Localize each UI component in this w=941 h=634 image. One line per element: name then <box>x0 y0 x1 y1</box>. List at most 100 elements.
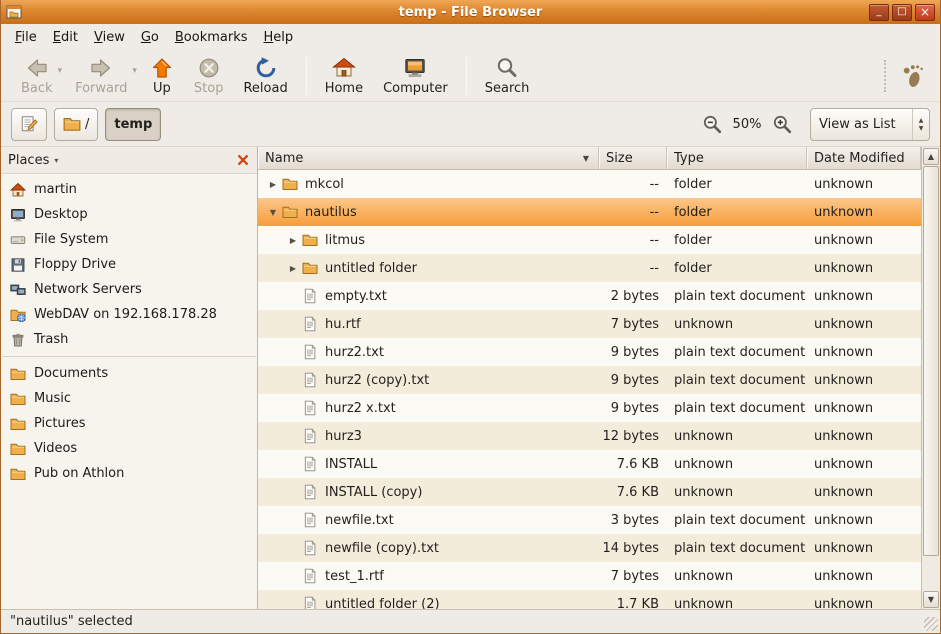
menu-edit[interactable]: Edit <box>45 26 86 49</box>
menu-view[interactable]: View <box>86 26 133 49</box>
file-name: empty.txt <box>325 289 387 304</box>
file-type: plain text document <box>667 513 807 528</box>
root-folder-button[interactable]: / <box>54 108 98 141</box>
column-header-size[interactable]: Size <box>599 147 667 169</box>
sidebar-item-floppy-drive[interactable]: Floppy Drive <box>1 252 257 277</box>
file-size: -- <box>599 233 667 248</box>
text-file-icon <box>302 512 318 528</box>
view-as-label: View as List <box>811 117 912 132</box>
sidebar-item-videos[interactable]: Videos <box>1 436 257 461</box>
file-row-empty-txt[interactable]: empty.txt2 bytesplain text documentunkno… <box>258 282 921 310</box>
expander-icon[interactable]: ▼ <box>264 208 282 217</box>
toolbar-home-button[interactable]: Home <box>315 53 373 98</box>
expander-icon[interactable]: ▶ <box>284 264 302 273</box>
places-close-button[interactable] <box>236 153 250 167</box>
expander-icon[interactable]: ▶ <box>284 236 302 245</box>
home-icon <box>332 56 356 80</box>
minimize-button[interactable]: _ <box>869 4 889 21</box>
sidebar-item-trash[interactable]: Trash <box>1 327 257 352</box>
file-row-nautilus[interactable]: ▼nautilus--folderunknown <box>258 198 921 226</box>
scrollbar-thumb[interactable] <box>923 166 939 556</box>
file-row-hurz2-txt[interactable]: hurz2.txt9 bytesplain text documentunkno… <box>258 338 921 366</box>
file-row-untitled-folder-2[interactable]: untitled folder (2)1.7 KBunknownunknown <box>258 590 921 609</box>
sidebar-item-network-servers[interactable]: Network Servers <box>1 277 257 302</box>
toolbar-handle[interactable] <box>884 60 886 92</box>
file-type: folder <box>667 233 807 248</box>
file-name-cell: ▶untitled folder <box>258 260 599 276</box>
file-name: hurz3 <box>325 429 362 444</box>
resize-grip[interactable] <box>924 617 938 631</box>
menu-file[interactable]: File <box>7 26 45 49</box>
text-file-icon <box>302 344 318 360</box>
menu-go[interactable]: Go <box>133 26 167 49</box>
close-button[interactable]: × <box>915 4 935 21</box>
trash-icon <box>10 332 26 348</box>
file-row-hu-rtf[interactable]: hu.rtf7 bytesunknownunknown <box>258 310 921 338</box>
zoom-out-button[interactable] <box>702 114 722 134</box>
file-row-litmus[interactable]: ▶litmus--folderunknown <box>258 226 921 254</box>
places-selector[interactable]: Places ▾ <box>8 153 58 168</box>
file-name: hurz2 x.txt <box>325 401 396 416</box>
column-header-type[interactable]: Type <box>667 147 807 169</box>
scroll-down-button[interactable]: ▼ <box>923 591 939 608</box>
expander-icon[interactable]: ▶ <box>264 180 282 189</box>
combo-arrows-icon: ▲▼ <box>912 109 929 140</box>
sidebar-item-music[interactable]: Music <box>1 386 257 411</box>
file-row-newfile-txt[interactable]: newfile.txt3 bytesplain text documentunk… <box>258 506 921 534</box>
scrollbar-track[interactable] <box>923 166 939 590</box>
file-row-mkcol[interactable]: ▶mkcol--folderunknown <box>258 170 921 198</box>
maximize-button[interactable]: □ <box>892 4 912 21</box>
file-row-install[interactable]: INSTALL7.6 KBunknownunknown <box>258 450 921 478</box>
file-row-hurz2-x-txt[interactable]: hurz2 x.txt9 bytesplain text documentunk… <box>258 394 921 422</box>
file-row-hurz2-copy-txt[interactable]: hurz2 (copy).txt9 bytesplain text docume… <box>258 366 921 394</box>
file-name-cell: hurz2.txt <box>258 344 599 360</box>
toolbar-computer-button[interactable]: Computer <box>373 53 458 98</box>
file-name-cell: empty.txt <box>258 288 599 304</box>
sidebar-item-martin[interactable]: martin <box>1 177 257 202</box>
sidebar-item-label: Documents <box>34 366 108 381</box>
column-header-name[interactable]: Name ▼ <box>258 147 599 169</box>
sidebar-item-pictures[interactable]: Pictures <box>1 411 257 436</box>
text-file-icon <box>302 484 318 500</box>
edit-location-button[interactable] <box>11 108 47 141</box>
sidebar-item-file-system[interactable]: File System <box>1 227 257 252</box>
menubar: FileEditViewGoBookmarksHelp <box>1 24 940 51</box>
zoom-in-button[interactable] <box>772 114 792 134</box>
file-row-test-1-rtf[interactable]: test_1.rtf7 bytesunknownunknown <box>258 562 921 590</box>
toolbar-search-button[interactable]: Search <box>475 53 540 98</box>
file-date-modified: unknown <box>807 457 921 472</box>
forward-arrow-icon <box>89 56 113 80</box>
sidebar-item-webdav-on-192-168-178-28[interactable]: WebDAV on 192.168.178.28 <box>1 302 257 327</box>
menu-help[interactable]: Help <box>256 26 302 49</box>
webdav-icon <box>10 307 26 323</box>
home-folder-icon <box>10 182 26 198</box>
sidebar-item-pub-on-athlon[interactable]: Pub on Athlon <box>1 461 257 486</box>
file-size: 2 bytes <box>599 289 667 304</box>
places-list: martinDesktopFile SystemFloppy Drive Netw… <box>1 174 257 609</box>
sidebar-item-desktop[interactable]: Desktop <box>1 202 257 227</box>
file-name: hu.rtf <box>325 317 361 332</box>
sidebar-item-label: Pub on Athlon <box>34 466 124 481</box>
file-row-newfile-copy-txt[interactable]: newfile (copy).txt14 bytesplain text doc… <box>258 534 921 562</box>
toolbar-reload-button[interactable]: Reload <box>233 53 297 98</box>
status-text: "nautilus" selected <box>10 614 133 629</box>
zoom-controls: 50% <box>702 114 792 134</box>
scroll-up-button[interactable]: ▲ <box>923 148 939 165</box>
sidebar-item-documents[interactable]: Documents <box>1 361 257 386</box>
search-icon <box>495 56 519 80</box>
view-as-select[interactable]: View as List ▲▼ <box>810 108 930 141</box>
reload-icon <box>254 56 278 80</box>
sidebar-item-label: Network Servers <box>34 282 142 297</box>
toolbar-up-button[interactable]: Up <box>140 53 184 98</box>
file-row-untitled-folder[interactable]: ▶untitled folder--folderunknown <box>258 254 921 282</box>
toolbar-back-button: Back <box>11 53 63 98</box>
current-folder-button[interactable]: temp <box>105 108 161 141</box>
column-header-date-modified[interactable]: Date Modified <box>807 147 921 169</box>
menu-bookmarks[interactable]: Bookmarks <box>167 26 256 49</box>
file-row-hurz3[interactable]: hurz312 bytesunknownunknown <box>258 422 921 450</box>
file-size: 9 bytes <box>599 373 667 388</box>
file-row-install-copy[interactable]: INSTALL (copy)7.6 KBunknownunknown <box>258 478 921 506</box>
folder-icon <box>10 441 26 457</box>
main-toolbar: Back▾Forward▾UpStopReloadHomeComputerSea… <box>1 51 940 102</box>
title-bar[interactable]: temp - File Browser _ □ × <box>1 0 940 24</box>
